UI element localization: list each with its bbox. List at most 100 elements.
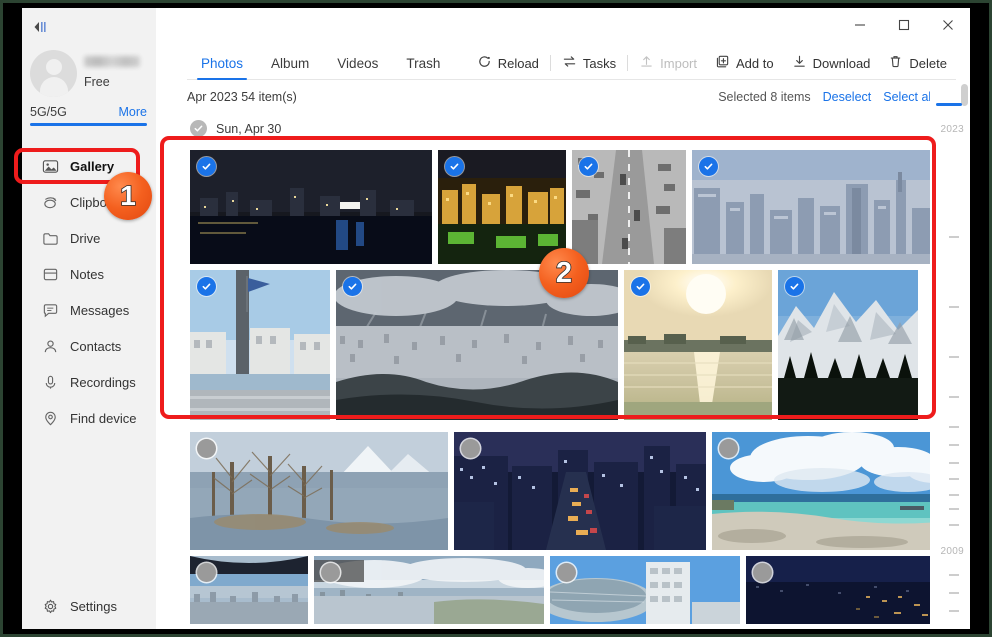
reload-icon bbox=[477, 54, 492, 72]
recordings-icon bbox=[40, 372, 60, 392]
unselected-check-icon[interactable] bbox=[719, 439, 738, 458]
storage-progress-bar bbox=[30, 123, 147, 126]
sidebar-item-label: Messages bbox=[70, 302, 130, 318]
photo-modern-architecture[interactable] bbox=[550, 556, 740, 624]
unselected-check-icon[interactable] bbox=[753, 563, 772, 582]
selected-count: Selected 8 items bbox=[718, 90, 811, 104]
gallery-icon bbox=[40, 156, 60, 176]
photo-beach-clouds[interactable] bbox=[712, 432, 958, 550]
selected-check-icon[interactable] bbox=[785, 277, 804, 296]
account-summary[interactable]: Free 5G/5G More bbox=[22, 48, 156, 134]
storage-usage: 5G/5G bbox=[30, 105, 67, 119]
toolbar-label: Reload bbox=[497, 55, 539, 71]
timeline-tick bbox=[949, 396, 959, 398]
selection-bar: Apr 2023 54 item(s) Selected 8 items Des… bbox=[156, 84, 970, 114]
selected-check-icon[interactable] bbox=[579, 157, 598, 176]
window-controls bbox=[838, 8, 970, 42]
collapse-panel-icon[interactable] bbox=[28, 16, 54, 38]
reload-button[interactable]: Reload bbox=[468, 48, 548, 78]
storage-more-link[interactable]: More bbox=[119, 105, 147, 119]
tab-photos[interactable]: Photos bbox=[187, 42, 257, 84]
timeline-tick bbox=[949, 574, 959, 576]
photo-winter-lake-trees[interactable] bbox=[190, 432, 448, 550]
maximize-button[interactable] bbox=[882, 8, 926, 42]
sidebar-item-recordings[interactable]: Recordings bbox=[22, 364, 156, 400]
unselected-check-icon[interactable] bbox=[557, 563, 576, 582]
sidebar-item-notes[interactable]: Notes bbox=[22, 256, 156, 292]
timeline-tick bbox=[949, 508, 959, 510]
timeline-tick bbox=[949, 592, 959, 594]
sidebar-item-find-device[interactable]: Find device bbox=[22, 400, 156, 436]
clipboard-icon bbox=[40, 192, 60, 212]
minimize-button[interactable] bbox=[838, 8, 882, 42]
import-button: Import bbox=[630, 48, 706, 78]
notes-icon bbox=[40, 264, 60, 284]
unselected-check-icon[interactable] bbox=[461, 439, 480, 458]
tab-label: Trash bbox=[406, 55, 441, 71]
selected-check-icon[interactable] bbox=[197, 277, 216, 296]
photo-thumbnail bbox=[692, 150, 934, 264]
download-icon bbox=[792, 54, 807, 72]
download-button[interactable]: Download bbox=[783, 48, 880, 78]
sidebar-item-messages[interactable]: Messages bbox=[22, 292, 156, 328]
toolbar: Reload Tasks Import Add to Download Dele… bbox=[468, 42, 956, 84]
tab-videos[interactable]: Videos bbox=[323, 42, 392, 84]
close-button[interactable] bbox=[926, 8, 970, 42]
tab-label: Photos bbox=[201, 55, 244, 71]
app-window: Free 5G/5G More Gallery Clipboard Drive … bbox=[22, 8, 970, 629]
photo-thumbnail bbox=[314, 556, 544, 624]
photo-night-aerial-city[interactable] bbox=[746, 556, 958, 624]
timeline-tick bbox=[949, 356, 959, 358]
tasks-button[interactable]: Tasks bbox=[553, 48, 625, 78]
selected-check-icon[interactable] bbox=[445, 157, 464, 176]
timeline-year-label[interactable]: 2009 bbox=[941, 546, 964, 557]
photo-lake-panorama-1[interactable] bbox=[190, 556, 308, 624]
timeline-tick bbox=[949, 478, 959, 480]
photo-lake-sunset[interactable] bbox=[624, 270, 772, 420]
sidebar-item-drive[interactable]: Drive bbox=[22, 220, 156, 256]
selected-check-icon[interactable] bbox=[631, 277, 650, 296]
timeline-tick bbox=[949, 494, 959, 496]
timeline-year-label[interactable]: 2023 bbox=[941, 124, 964, 135]
add-to-button[interactable]: Add to bbox=[706, 48, 783, 78]
photo-night-harbor-city[interactable] bbox=[190, 150, 432, 264]
selected-check-icon[interactable] bbox=[343, 277, 362, 296]
date-group-checkbox[interactable] bbox=[190, 120, 207, 137]
photo-city-skyline-day[interactable] bbox=[692, 150, 934, 264]
selected-check-icon[interactable] bbox=[197, 157, 216, 176]
timeline-tick bbox=[949, 426, 959, 428]
tasks-icon bbox=[562, 54, 577, 72]
sidebar-item-contacts[interactable]: Contacts bbox=[22, 328, 156, 364]
delete-button[interactable]: Delete bbox=[879, 48, 956, 78]
photo-bw-aerial-road[interactable] bbox=[572, 150, 686, 264]
sidebar: Free 5G/5G More Gallery Clipboard Drive … bbox=[22, 8, 156, 629]
unselected-check-icon[interactable] bbox=[197, 563, 216, 582]
timeline-scrollbar[interactable]: 2023 2009 bbox=[930, 84, 970, 629]
step-2-badge: 2 bbox=[539, 248, 589, 298]
selected-check-icon[interactable] bbox=[699, 157, 718, 176]
unselected-check-icon[interactable] bbox=[197, 439, 216, 458]
sidebar-item-label: Drive bbox=[70, 230, 101, 246]
avatar bbox=[30, 50, 77, 97]
tab-album[interactable]: Album bbox=[257, 42, 323, 84]
scrollbar-thumb[interactable] bbox=[961, 84, 968, 106]
photo-night-city-lights[interactable] bbox=[438, 150, 566, 264]
photo-thumbnail bbox=[190, 150, 432, 264]
timeline-tick bbox=[949, 524, 959, 526]
messages-icon bbox=[40, 300, 60, 320]
tab-trash[interactable]: Trash bbox=[392, 42, 454, 84]
deselect-link[interactable]: Deselect bbox=[823, 90, 872, 104]
photo-zurich-riverfront[interactable] bbox=[190, 270, 330, 420]
date-group-header[interactable]: Sun, Apr 30 bbox=[190, 120, 281, 137]
sidebar-item-settings[interactable]: Settings bbox=[22, 589, 156, 623]
tab-bar: Photos Album Videos Trash Reload Tasks I… bbox=[156, 42, 970, 84]
select-all-link[interactable]: Select all bbox=[883, 90, 934, 104]
title-bar bbox=[156, 8, 970, 42]
unselected-check-icon[interactable] bbox=[321, 563, 340, 582]
photo-night-city-street[interactable] bbox=[454, 432, 706, 550]
photo-snow-mountain-peak[interactable] bbox=[778, 270, 918, 420]
sidebar-item-label: Contacts bbox=[70, 338, 122, 354]
toolbar-label: Add to bbox=[736, 55, 774, 71]
timeline-tick bbox=[949, 610, 959, 612]
photo-lake-panorama-2[interactable] bbox=[314, 556, 544, 624]
